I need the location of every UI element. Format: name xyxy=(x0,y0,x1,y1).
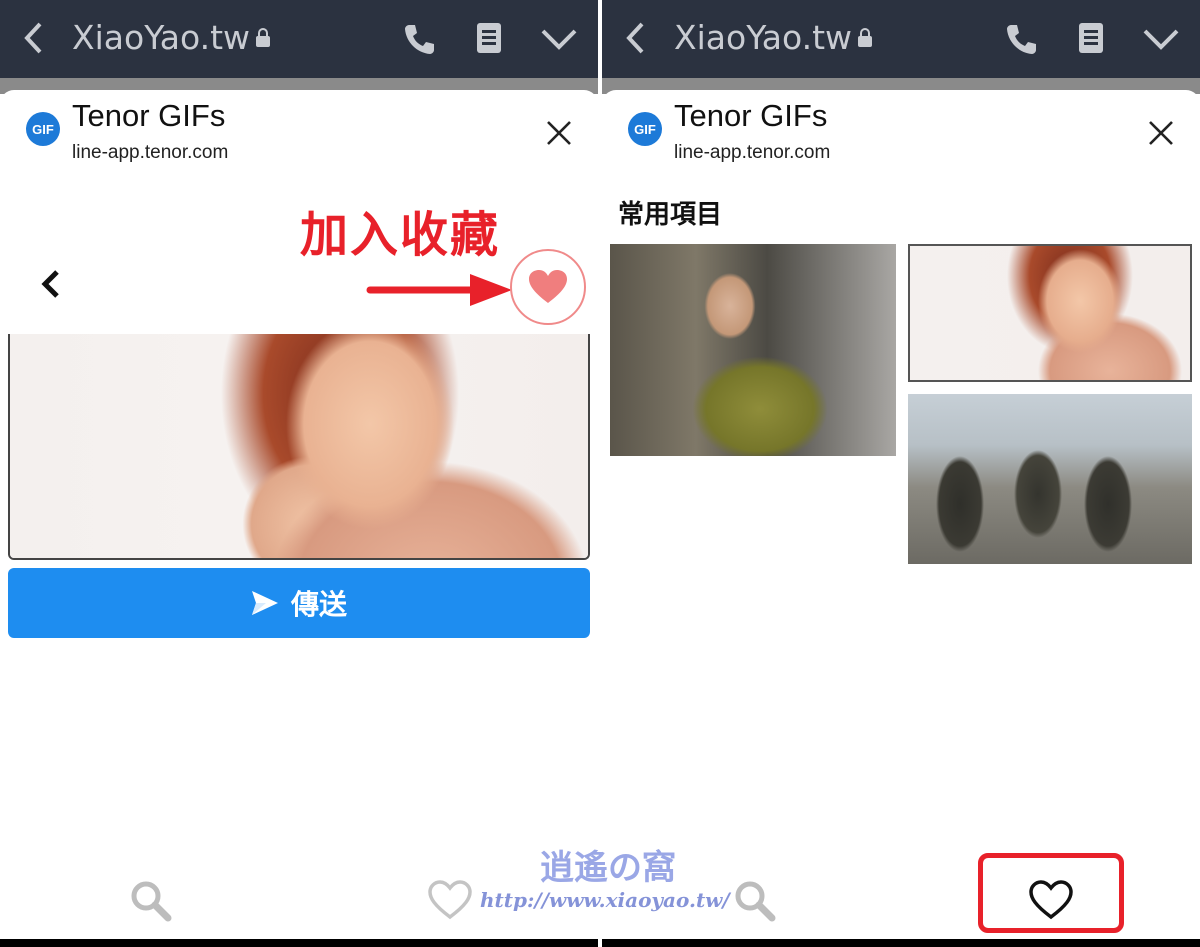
gif-tile[interactable] xyxy=(908,394,1192,564)
sheet-header: GIF Tenor GIFs line-app.tenor.com xyxy=(0,90,598,168)
gif-preview xyxy=(8,334,590,560)
add-favorite-button[interactable] xyxy=(510,249,586,325)
send-icon xyxy=(251,591,278,615)
bottom-nav-edge xyxy=(0,939,598,947)
send-button[interactable]: 傳送 xyxy=(8,568,590,638)
close-icon[interactable] xyxy=(1148,120,1174,146)
chevron-down-icon[interactable] xyxy=(540,26,578,52)
sheet-title: Tenor GIFs xyxy=(72,98,226,133)
phone-icon[interactable] xyxy=(402,22,436,56)
notes-icon[interactable] xyxy=(476,22,502,54)
bottom-nav-edge xyxy=(602,939,1200,947)
site-watermark: 逍遙の窩 http://www.xiaoyao.tw/ xyxy=(480,840,740,920)
chat-topbar: XiaoYao.tw xyxy=(0,0,598,78)
annotation-arrow-icon xyxy=(366,274,512,306)
tenor-logo: GIF xyxy=(26,112,60,146)
notes-icon[interactable] xyxy=(1078,22,1104,54)
chevron-down-icon[interactable] xyxy=(1142,26,1180,52)
left-screenshot: XiaoYao.tw GIF Tenor GIFs line-app.tenor… xyxy=(0,0,598,947)
back-icon[interactable] xyxy=(22,20,46,56)
heart-icon[interactable] xyxy=(428,880,472,920)
search-icon[interactable] xyxy=(734,880,776,922)
heart-icon xyxy=(529,270,567,303)
sheet-url: line-app.tenor.com xyxy=(674,142,831,163)
back-icon[interactable] xyxy=(38,266,62,302)
section-title-favorites: 常用項目 xyxy=(618,200,723,230)
watermark-url: http://www.xiaoyao.tw/ xyxy=(480,888,730,912)
gif-tile[interactable] xyxy=(908,244,1192,382)
send-button-label: 傳送 xyxy=(290,588,347,621)
sheet-header: GIF Tenor GIFs line-app.tenor.com xyxy=(602,90,1200,168)
back-icon[interactable] xyxy=(624,20,648,56)
right-screenshot: XiaoYao.tw GIF Tenor GIFs line-app.tenor… xyxy=(602,0,1200,947)
chat-title: XiaoYao.tw xyxy=(674,18,853,57)
search-icon[interactable] xyxy=(130,880,172,922)
gif-tile[interactable] xyxy=(610,244,896,456)
annotation-add-favorite: 加入收藏 xyxy=(300,207,501,263)
chat-title: XiaoYao.tw xyxy=(72,18,251,57)
lock-icon xyxy=(858,28,872,47)
heart-icon[interactable] xyxy=(1029,880,1073,920)
close-icon[interactable] xyxy=(546,120,572,146)
sheet-title: Tenor GIFs xyxy=(674,98,828,133)
watermark-title: 逍遙の窩 xyxy=(540,848,676,888)
sheet-url: line-app.tenor.com xyxy=(72,142,229,163)
lock-icon xyxy=(256,28,270,47)
tenor-logo: GIF xyxy=(628,112,662,146)
phone-icon[interactable] xyxy=(1004,22,1038,56)
chat-topbar: XiaoYao.tw xyxy=(602,0,1200,78)
gif-image xyxy=(10,334,588,558)
